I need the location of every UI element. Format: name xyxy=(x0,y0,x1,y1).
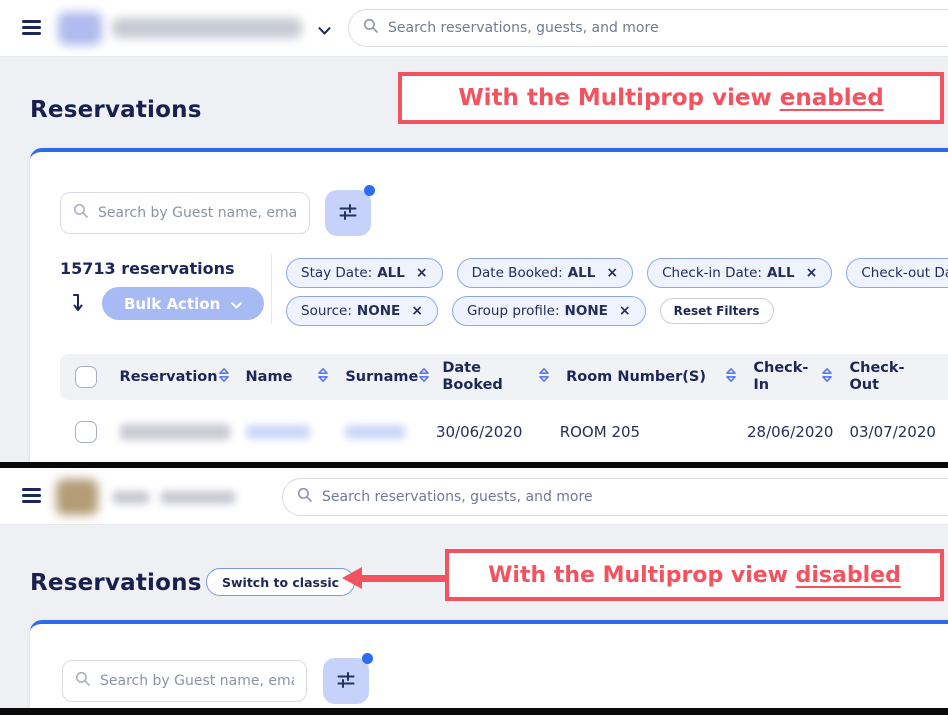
filter-chip-group-profile[interactable]: Group profile:NONE × xyxy=(452,296,646,326)
check-in-value: 28/06/2020 xyxy=(747,423,833,441)
chevron-down-icon xyxy=(231,295,242,313)
check-out-value: 03/07/2020 xyxy=(849,423,935,441)
global-search[interactable] xyxy=(348,9,948,47)
select-all-checkbox[interactable] xyxy=(75,366,97,388)
filters-button[interactable] xyxy=(323,658,369,704)
global-search-input[interactable] xyxy=(322,489,948,505)
property-logo-redacted xyxy=(56,479,98,515)
reservation-count: 15713 reservations xyxy=(60,259,235,278)
sliders-icon xyxy=(338,202,358,225)
column-header-room-numbers[interactable]: Room Number(S) xyxy=(566,367,753,387)
sort-icon xyxy=(418,367,430,387)
column-header-check-out[interactable]: Check-Out xyxy=(849,360,948,393)
bottom-app-header xyxy=(0,468,948,525)
column-header-name[interactable]: Name xyxy=(246,367,346,387)
column-header-date-booked[interactable]: Date Booked xyxy=(442,360,566,393)
guest-search-input[interactable] xyxy=(100,673,294,689)
sort-icon xyxy=(317,367,329,387)
global-search[interactable] xyxy=(282,478,948,516)
annotation-enabled: With the Multiprop view enabled xyxy=(398,72,944,124)
search-icon xyxy=(75,671,91,691)
search-icon xyxy=(73,203,89,223)
annotation-body: the Multiprop view xyxy=(546,563,795,588)
sort-icon xyxy=(538,367,550,387)
bulk-action-button[interactable]: Bulk Action xyxy=(102,287,264,320)
reservations-panel: 15713 reservations Bulk Action Stay Date… xyxy=(30,148,948,462)
property-switcher[interactable] xyxy=(54,477,244,517)
close-icon[interactable]: × xyxy=(411,303,423,319)
row-checkbox[interactable] xyxy=(75,421,97,443)
close-icon[interactable]: × xyxy=(619,303,631,319)
annotation-arrow-tail xyxy=(360,575,447,582)
room-numbers-value: ROOM 205 xyxy=(560,423,640,441)
chevron-down-icon xyxy=(318,20,331,39)
header-select-all xyxy=(60,366,120,388)
filter-chips-row-1: Stay Date:ALL × Date Booked:ALL × Check-… xyxy=(286,258,948,288)
guest-surname-link-redacted[interactable] xyxy=(345,425,405,439)
sort-icon xyxy=(218,367,230,387)
property-logo-redacted xyxy=(58,12,102,45)
guest-search[interactable] xyxy=(60,192,310,234)
filter-chips-row-2: Source:NONE × Group profile:NONE × Reset… xyxy=(286,296,774,326)
guest-name-link-redacted[interactable] xyxy=(246,425,310,439)
filter-chip-date-booked[interactable]: Date Booked:ALL × xyxy=(457,258,634,288)
annotation-body: the Multiprop view xyxy=(519,85,780,111)
close-icon[interactable]: × xyxy=(416,265,428,281)
reservation-id-redacted xyxy=(120,424,230,440)
sort-icon xyxy=(821,367,833,387)
guest-search[interactable] xyxy=(62,660,307,702)
property-name-redacted xyxy=(112,491,150,504)
bottom-edge-bar xyxy=(0,708,948,715)
annotation-disabled: With the Multiprop view disabled xyxy=(445,549,944,601)
reset-filters-button[interactable]: Reset Filters xyxy=(660,298,774,324)
filter-chip-checkin-date[interactable]: Check-in Date:ALL × xyxy=(647,258,832,288)
annotation-arrow-head xyxy=(342,567,362,589)
table-header-row: Reservation Name Surname Date Booked Roo… xyxy=(60,354,948,400)
close-icon[interactable]: × xyxy=(806,265,818,281)
annotation-tail: enabled xyxy=(780,85,884,111)
divider xyxy=(271,254,272,324)
filter-chip-checkout-date[interactable]: Check-out Date:ALL × xyxy=(846,258,948,288)
column-header-reservation[interactable]: Reservation xyxy=(120,367,246,387)
global-search-input[interactable] xyxy=(388,20,948,36)
date-booked-value: 30/06/2020 xyxy=(436,423,522,441)
sort-order-icon[interactable] xyxy=(70,291,86,319)
annotation-tail: disabled xyxy=(796,563,901,588)
annotation-lead: With xyxy=(488,563,546,588)
sort-icon xyxy=(725,367,737,387)
guest-search-input[interactable] xyxy=(98,205,297,221)
sliders-icon xyxy=(336,670,356,693)
close-icon[interactable]: × xyxy=(606,265,618,281)
screenshot-root: Reservations With the Multiprop view ena… xyxy=(0,0,948,715)
bulk-action-label: Bulk Action xyxy=(124,295,220,313)
top-app-header xyxy=(0,0,948,57)
column-header-check-in[interactable]: Check-In xyxy=(753,360,849,393)
page-title: Reservations xyxy=(30,570,202,596)
property-switcher[interactable] xyxy=(56,11,316,46)
search-icon xyxy=(297,487,313,507)
table-row[interactable]: 30/06/2020 ROOM 205 28/06/2020 03/07/202… xyxy=(60,400,948,464)
filters-active-badge xyxy=(362,653,373,664)
search-icon xyxy=(363,18,379,38)
annotation-lead: With xyxy=(458,85,519,111)
reservations-panel xyxy=(30,620,948,715)
property-name-redacted xyxy=(160,491,236,504)
filter-chip-stay-date[interactable]: Stay Date:ALL × xyxy=(286,258,443,288)
column-header-surname[interactable]: Surname xyxy=(345,367,442,387)
menu-icon[interactable] xyxy=(22,20,41,23)
filter-chip-source[interactable]: Source:NONE × xyxy=(286,296,438,326)
filters-button[interactable] xyxy=(325,190,371,236)
switch-to-classic-button[interactable]: Switch to classic xyxy=(206,568,355,596)
menu-icon[interactable] xyxy=(22,488,41,491)
filters-active-badge xyxy=(364,185,375,196)
property-name-redacted xyxy=(112,18,302,38)
page-title: Reservations xyxy=(30,97,202,123)
